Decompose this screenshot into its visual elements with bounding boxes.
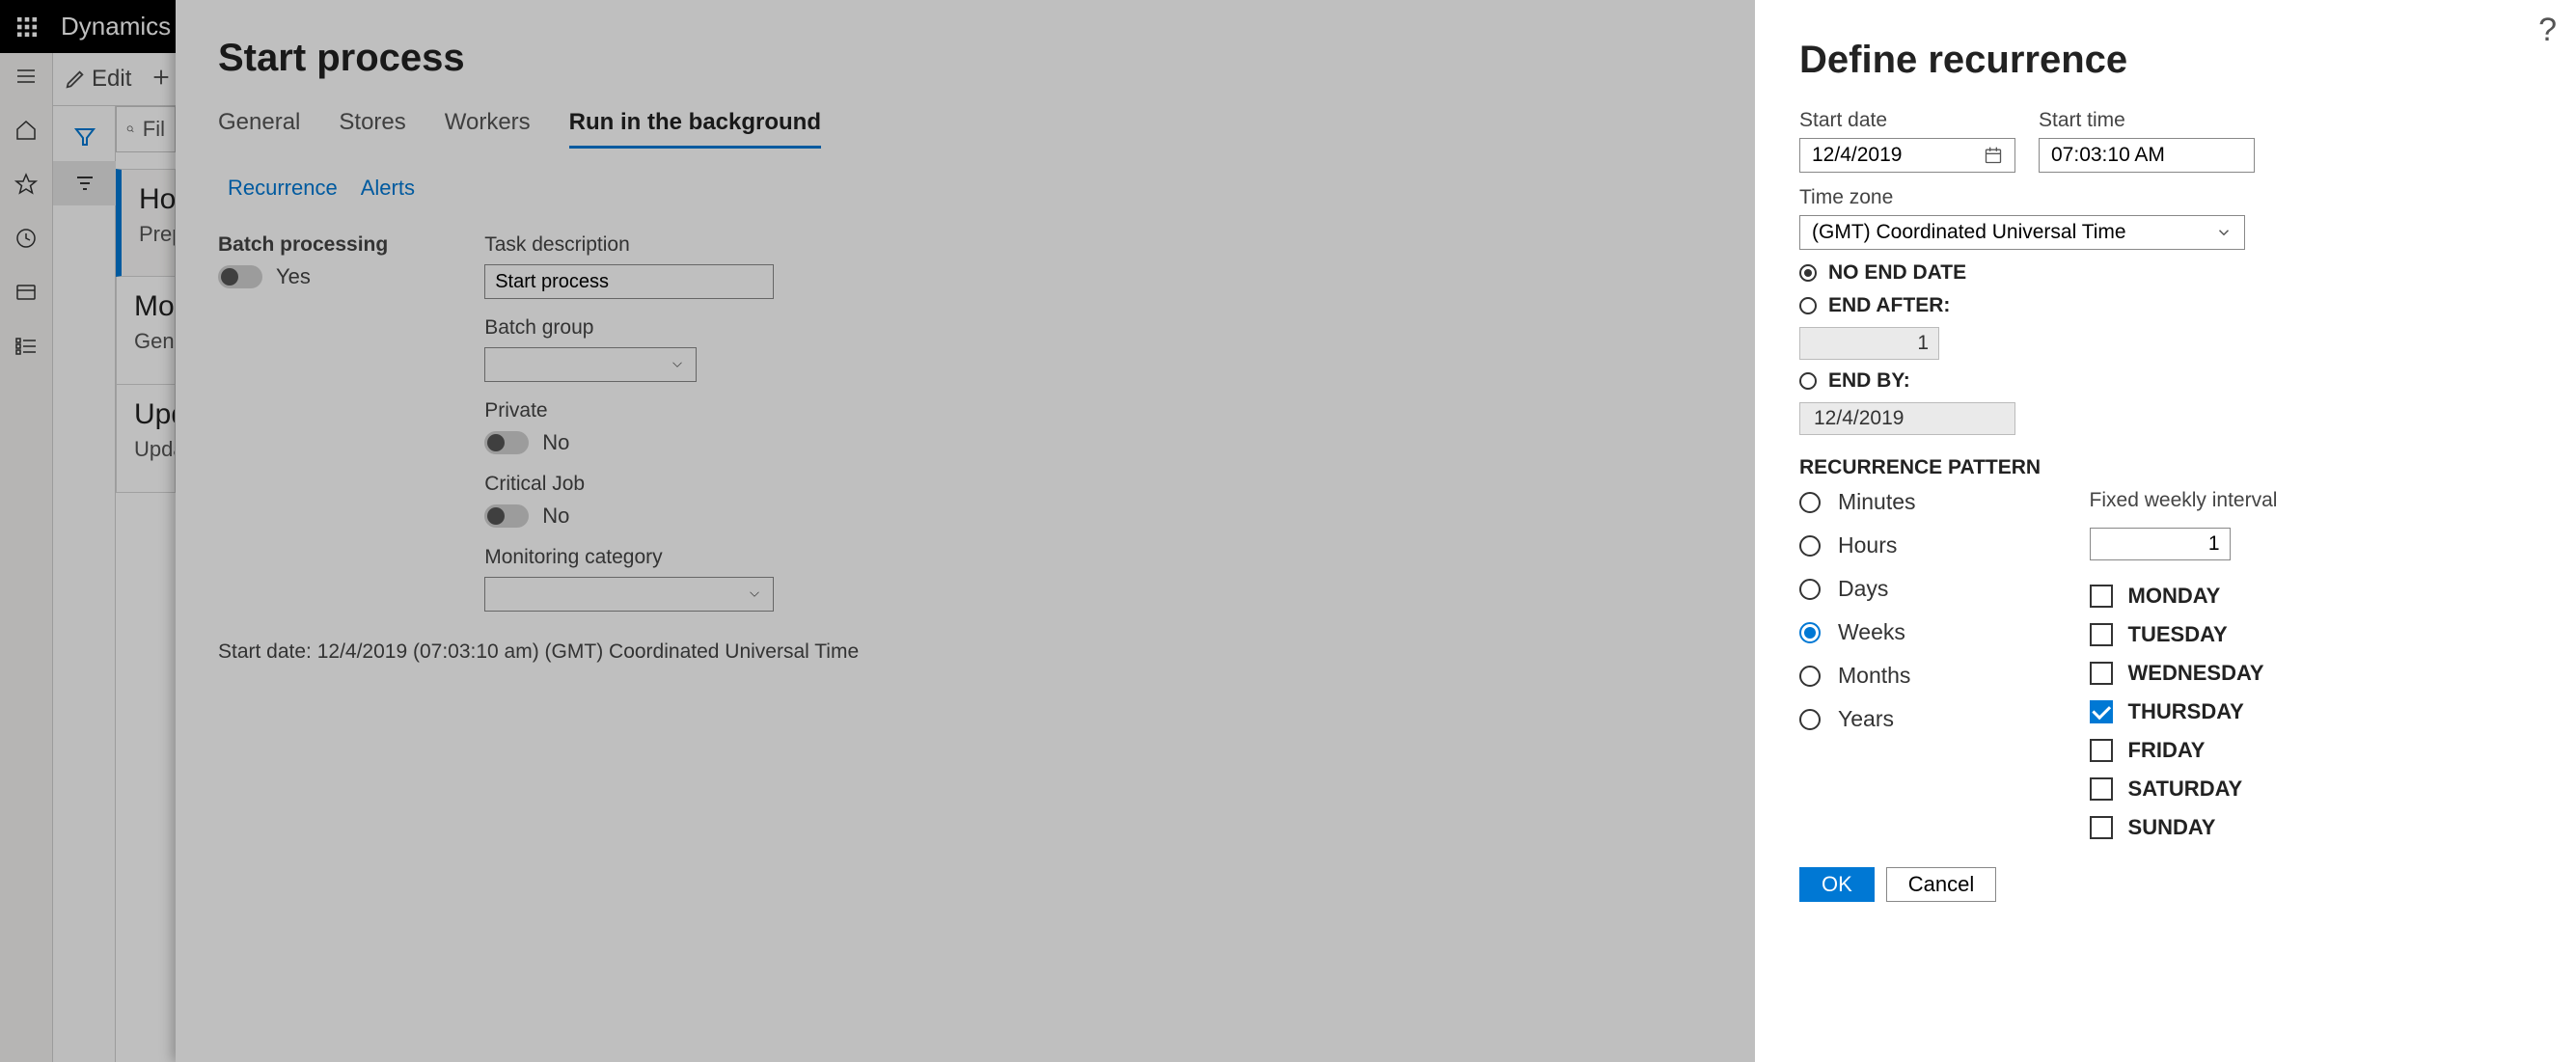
radio-icon [1799,709,1821,730]
radio-icon [1799,492,1821,513]
checkbox-icon [2090,623,2113,646]
day-sunday[interactable]: SUNDAY [2090,815,2278,840]
checkbox-icon [2090,739,2113,762]
chevron-down-icon [2215,224,2233,241]
unit-weeks-label: Weeks [1838,619,1905,645]
day-thursday-label: THURSDAY [2128,699,2244,724]
start-date-label: Start date [1799,109,2015,132]
unit-hours-label: Hours [1838,532,1897,558]
unit-days-option[interactable]: Days [1799,576,1916,602]
no-end-date-option[interactable]: NO END DATE [1799,261,2532,285]
fixed-interval-label: Fixed weekly interval [2090,489,2278,512]
day-tuesday-label: TUESDAY [2128,622,2228,647]
modal-overlay [0,0,1755,1062]
radio-icon [1799,579,1821,600]
recurrence-title: Define recurrence [1799,39,2532,82]
day-saturday[interactable]: SATURDAY [2090,776,2278,802]
end-by-option[interactable]: END BY: [1799,369,2532,393]
timezone-value: (GMT) Coordinated Universal Time [1812,221,2126,244]
day-friday[interactable]: FRIDAY [2090,738,2278,763]
radio-icon [1799,622,1821,643]
calendar-icon [1984,146,2003,165]
checkbox-icon [2090,816,2113,839]
end-after-option[interactable]: END AFTER: [1799,294,2532,317]
end-by-input[interactable]: 12/4/2019 [1799,402,2015,435]
end-after-input[interactable] [1799,327,1939,360]
day-monday[interactable]: MONDAY [2090,584,2278,609]
day-wednesday-label: WEDNESDAY [2128,661,2264,686]
end-by-value: 12/4/2019 [1814,407,1904,430]
unit-months-label: Months [1838,663,1910,689]
cancel-button[interactable]: Cancel [1886,867,1996,902]
radio-icon [1799,535,1821,557]
radio-icon [1799,666,1821,687]
day-tuesday[interactable]: TUESDAY [2090,622,2278,647]
unit-hours-option[interactable]: Hours [1799,532,1916,558]
end-by-label: END BY: [1828,369,1910,393]
day-monday-label: MONDAY [2128,584,2221,609]
timezone-select[interactable]: (GMT) Coordinated Universal Time [1799,215,2245,250]
day-friday-label: FRIDAY [2128,738,2206,763]
radio-icon [1799,372,1817,390]
fixed-interval-input[interactable] [2090,528,2231,560]
day-wednesday[interactable]: WEDNESDAY [2090,661,2278,686]
no-end-date-label: NO END DATE [1828,261,1966,285]
start-time-value: 07:03:10 AM [2051,144,2165,167]
help-icon[interactable]: ? [2538,12,2557,49]
start-time-label: Start time [2039,109,2255,132]
start-date-input[interactable]: 12/4/2019 [1799,138,2015,173]
checkbox-icon [2090,662,2113,685]
recurrence-panel: ? Define recurrence Start date 12/4/2019… [1755,0,2576,1062]
radio-icon [1799,297,1817,314]
day-sunday-label: SUNDAY [2128,815,2216,840]
day-thursday[interactable]: THURSDAY [2090,699,2278,724]
checkbox-icon [2090,777,2113,801]
unit-minutes-label: Minutes [1838,489,1916,515]
unit-years-option[interactable]: Years [1799,706,1916,732]
unit-years-label: Years [1838,706,1894,732]
ok-button[interactable]: OK [1799,867,1875,902]
recurrence-pattern-heading: RECURRENCE PATTERN [1799,456,2532,479]
unit-days-label: Days [1838,576,1888,602]
checkbox-icon [2090,585,2113,608]
start-time-input[interactable]: 07:03:10 AM [2039,138,2255,173]
day-saturday-label: SATURDAY [2128,776,2243,802]
unit-minutes-option[interactable]: Minutes [1799,489,1916,515]
timezone-label: Time zone [1799,186,2532,209]
radio-icon [1799,264,1817,282]
end-after-label: END AFTER: [1828,294,1950,317]
unit-weeks-option[interactable]: Weeks [1799,619,1916,645]
checkbox-icon [2090,700,2113,723]
unit-months-option[interactable]: Months [1799,663,1916,689]
start-date-value: 12/4/2019 [1812,144,1902,167]
